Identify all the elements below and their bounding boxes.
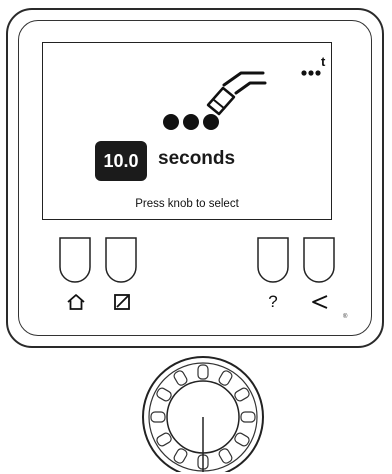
soft-key-2[interactable] (104, 236, 138, 286)
time-value-display: 10.0 (95, 141, 147, 181)
svg-text:t: t (321, 55, 326, 69)
more-options-indicator: t (301, 55, 326, 76)
soft-key-4[interactable] (302, 236, 336, 286)
select-prompt: Press knob to select (135, 198, 239, 210)
help-icon: ? (268, 292, 278, 311)
registered-mark: ® (343, 314, 348, 320)
back-icon (310, 292, 330, 312)
selection-knob[interactable] (140, 352, 266, 472)
home-icon (66, 292, 86, 312)
soft-key-3[interactable] (256, 236, 290, 286)
soft-key-1[interactable] (58, 236, 92, 286)
edit-icon (112, 292, 132, 312)
welding-torch-icon (163, 71, 267, 130)
display-screen: t 10.0 seconds Press knob to select (42, 42, 332, 220)
time-unit-label: seconds (158, 148, 236, 169)
